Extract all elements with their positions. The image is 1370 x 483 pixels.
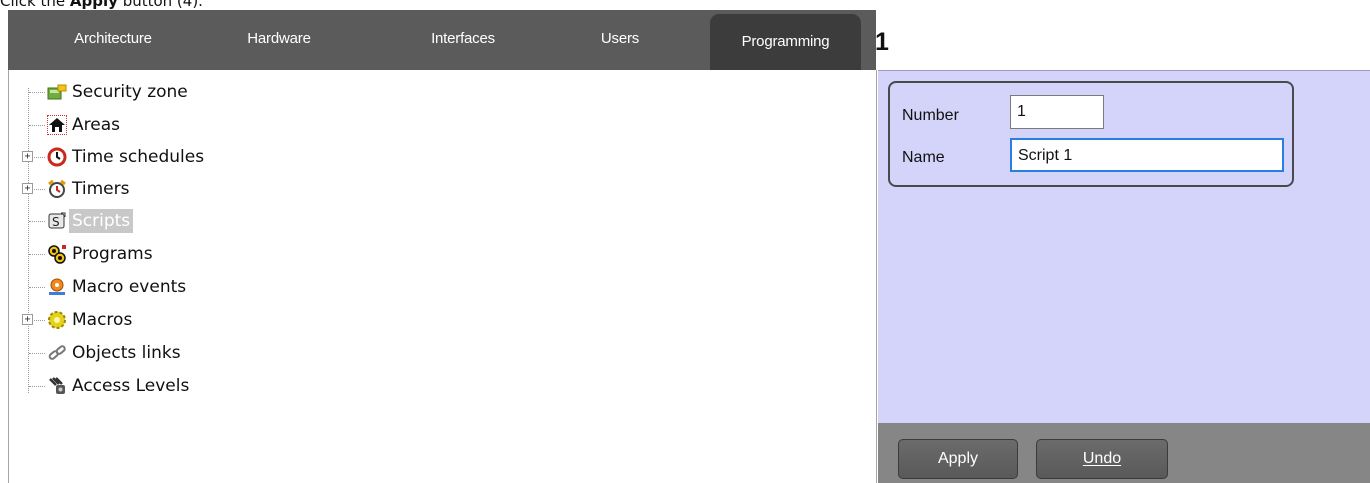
tree-branch-line [29, 353, 45, 354]
tree-branch-line [29, 125, 45, 126]
callout-1: 1 [875, 28, 889, 56]
tree-item-objects-links[interactable]: Objects links [69, 338, 184, 368]
gears-icon [47, 244, 67, 264]
name-field[interactable]: Script 1 [1010, 138, 1284, 172]
button-bar: Apply Undo [878, 423, 1370, 483]
tree-item-security-zone[interactable]: Security zone [69, 77, 191, 107]
tree-label-security-zone[interactable]: Security zone [69, 80, 191, 104]
instruction-caption: Click the Apply button (4). [0, 0, 203, 10]
object-tree: Security zone Areas + Time schedules + T… [8, 70, 877, 483]
expand-icon[interactable]: + [22, 151, 33, 162]
instruction-suffix: button (4). [117, 0, 203, 10]
security-zone-icon [47, 82, 67, 102]
tree-label-timers[interactable]: Timers [69, 177, 132, 201]
tree-item-programs[interactable]: Programs [69, 239, 156, 269]
tab-bar: Architecture Hardware Interfaces Users P… [8, 10, 876, 72]
tree-label-macro-events[interactable]: Macro events [69, 275, 189, 299]
tree-connector-line [28, 88, 29, 393]
tree-branch-line [29, 92, 45, 93]
tree-branch-line [34, 189, 45, 190]
link-icon [47, 343, 67, 363]
tree-label-programs[interactable]: Programs [69, 242, 156, 266]
script-icon: S [47, 211, 67, 231]
tab-architecture[interactable]: Architecture [48, 10, 178, 70]
expand-icon[interactable]: + [22, 183, 33, 194]
tree-item-macro-events[interactable]: Macro events [69, 272, 189, 302]
tree-branch-line [29, 386, 45, 387]
tab-interfaces[interactable]: Interfaces [408, 10, 518, 70]
tree-branch-line [29, 221, 45, 222]
tree-branch-line [34, 320, 45, 321]
tree-item-timers[interactable]: Timers [69, 174, 132, 204]
macro-gear-icon [47, 310, 67, 330]
house-icon [47, 115, 67, 135]
tree-item-access-levels[interactable]: Access Levels [69, 371, 192, 401]
expand-icon[interactable]: + [22, 314, 33, 325]
tree-label-time-schedules[interactable]: Time schedules [69, 145, 207, 169]
tree-label-macros[interactable]: Macros [69, 308, 135, 332]
svg-text:S: S [52, 215, 60, 229]
apply-button[interactable]: Apply [898, 439, 1018, 479]
tree-item-macros[interactable]: Macros [69, 305, 135, 335]
tree-label-objects-links[interactable]: Objects links [69, 341, 184, 365]
instruction-prefix: Click the [0, 0, 70, 10]
alarm-clock-icon [47, 179, 67, 199]
undo-button[interactable]: Undo [1036, 439, 1168, 479]
tab-bar-filler [876, 10, 1370, 70]
macro-event-icon [47, 277, 67, 297]
tree-branch-line [29, 254, 45, 255]
tree-label-areas[interactable]: Areas [69, 113, 123, 137]
keys-icon [47, 376, 67, 396]
tab-hardware[interactable]: Hardware [224, 10, 334, 70]
tree-branch-line [34, 157, 45, 158]
tree-label-scripts[interactable]: Scripts [69, 209, 134, 233]
name-label: Name [902, 149, 945, 166]
properties-group: Number 1 Name Script 1 [888, 81, 1294, 187]
number-label: Number [902, 107, 959, 124]
tab-programming[interactable]: Programming [710, 14, 861, 72]
tab-users[interactable]: Users [575, 10, 665, 70]
tree-item-areas[interactable]: Areas [69, 110, 123, 140]
tree-label-access-levels[interactable]: Access Levels [69, 374, 192, 398]
tree-branch-line [29, 287, 45, 288]
clock-icon [47, 147, 67, 167]
tree-item-scripts[interactable]: Scripts [69, 206, 134, 236]
properties-panel: Number 1 Name Script 1 [878, 70, 1370, 483]
tree-item-time-schedules[interactable]: Time schedules [69, 142, 207, 172]
instruction-bold: Apply [69, 0, 118, 10]
number-field[interactable]: 1 [1010, 95, 1104, 129]
